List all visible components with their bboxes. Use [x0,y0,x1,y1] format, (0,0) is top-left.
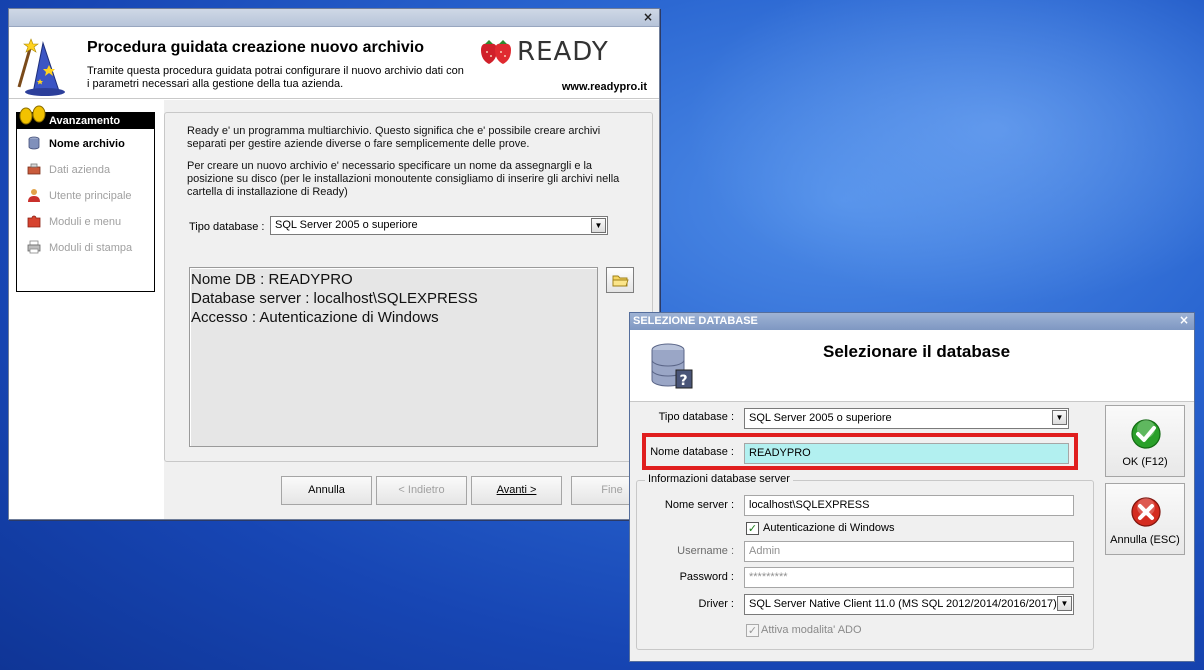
database-dialog: SELEZIONE DATABASE × ? Selezionare il da… [629,312,1195,662]
wizard-titlebar: × [9,9,659,27]
step-label: Utente principale [49,190,132,202]
ado-mode-checkbox[interactable]: ✓ [746,624,759,637]
strawberry-icon [481,40,511,64]
username-label: Username : [677,545,734,557]
chevron-down-icon[interactable]: ▼ [591,218,606,233]
svg-text:?: ? [680,373,688,389]
step-label: Moduli e menu [49,216,122,228]
summary-access: Accesso : Autenticazione di Windows [191,309,439,326]
dialog-close-button[interactable]: × [1179,313,1189,327]
puzzle-icon [27,215,41,228]
finish-button-label: Fine [601,484,623,496]
nome-database-input[interactable]: READYPRO [744,443,1069,464]
folder-icon [612,275,629,287]
database-icon [28,136,40,150]
chevron-down-icon[interactable]: ▼ [1057,596,1072,611]
summary-db-name: Nome DB : READYPRO [191,271,353,288]
main-panel: Ready e' un programma multiarchivio. Que… [164,100,659,519]
back-button-label: < Indietro [398,484,445,496]
wizard-title: Procedura guidata creazione nuovo archiv… [87,39,424,56]
cancel-button[interactable]: Annulla [281,476,372,505]
windows-auth-label: Autenticazione di Windows [763,522,895,534]
wizard-window: × Procedura guidata creazione nuovo arch… [8,8,660,520]
cancel-x-icon [1131,497,1161,527]
dialog-titlebar: SELEZIONE DATABASE × [630,313,1194,330]
nome-server-input[interactable]: localhost\SQLEXPRESS [744,495,1074,516]
wizard-hat-icon [17,38,65,96]
chevron-down-icon[interactable]: ▼ [1052,410,1067,425]
step-label: Moduli di stampa [49,242,133,254]
windows-auth-checkbox[interactable]: ✓ [746,522,759,535]
step-label: Dati azienda [49,164,111,176]
dialog-header: ? Selezionare il database [630,330,1194,402]
step-label: Nome archivio [49,138,125,150]
ok-button[interactable]: OK (F12) [1105,405,1185,477]
nome-database-label: Nome database : [650,446,734,458]
back-button[interactable]: < Indietro [376,476,467,505]
summary-db-server: Database server : localhost\SQLEXPRESS [191,290,478,307]
wizard-close-button[interactable]: × [643,10,653,24]
wizard-subtitle: Tramite questa procedura guidata potrai … [87,65,464,90]
wizard-body: Avanzamento Nome archivio Dati azienda U… [9,100,659,519]
desktop-background [660,0,1204,320]
user-icon [28,189,40,202]
steps-header-label: Avanzamento [49,115,121,127]
info-paragraph-2: Per creare un nuovo archivio e' necessar… [187,160,620,198]
tipo-database-label: Tipo database : [658,411,734,423]
database-question-icon: ? [651,343,693,389]
db-summary-box: Nome DB : READYPRO Database server : loc… [189,267,598,447]
company-icon [27,163,41,175]
ready-url: www.readypro.it [561,81,647,93]
db-type-label: Tipo database : [189,221,265,233]
tipo-database-value: SQL Server 2005 o superiore [749,412,892,424]
ready-brand-text: READY [517,37,609,67]
cancel-button-label: Annulla [308,484,345,496]
password-input[interactable]: ********* [744,567,1074,588]
next-button-label: Avanti > [496,484,537,496]
steps-panel: Avanzamento Nome archivio Dati azienda U… [16,105,155,292]
password-label: Password : [679,571,734,583]
step-nome-archivio: Nome archivio [17,129,154,155]
nome-server-label: Nome server : [664,499,734,511]
db-type-select[interactable]: SQL Server 2005 o superiore ▼ [270,216,608,235]
step-dati-azienda: Dati azienda [17,155,154,181]
ok-button-label: OK (F12) [1122,456,1168,468]
steps-header: Avanzamento [17,105,154,129]
dialog-cancel-button-label: Annulla (ESC) [1110,534,1180,546]
dialog-heading: Selezionare il database [823,342,1011,361]
driver-label: Driver : [698,598,734,610]
archive-group: Ready e' un programma multiarchivio. Que… [164,112,653,462]
printer-icon [27,240,41,254]
dialog-cancel-button[interactable]: Annulla (ESC) [1105,483,1185,555]
dialog-title-text: SELEZIONE DATABASE [633,315,758,327]
driver-value: SQL Server Native Client 11.0 (MS SQL 20… [749,598,1057,610]
info-paragraph-1: Ready e' un programma multiarchivio. Que… [187,125,601,150]
browse-folder-button[interactable] [606,267,634,293]
step-moduli-menu: Moduli e menu [17,207,154,233]
wizard-header: Procedura guidata creazione nuovo archiv… [9,27,659,99]
footprints-icon [19,105,46,125]
tipo-database-select[interactable]: SQL Server 2005 o superiore ▼ [744,408,1069,429]
server-info-title: Informazioni database server [645,473,793,485]
ado-mode-label: Attiva modalita' ADO [761,624,862,636]
step-utente-principale: Utente principale [17,181,154,207]
step-moduli-stampa: Moduli di stampa [17,233,154,259]
ready-logo: READY [477,37,647,69]
driver-select[interactable]: SQL Server Native Client 11.0 (MS SQL 20… [744,594,1074,615]
db-type-value: SQL Server 2005 o superiore [275,219,418,231]
username-input[interactable]: Admin [744,541,1074,562]
next-button[interactable]: Avanti > [471,476,562,505]
check-icon [1131,419,1161,449]
